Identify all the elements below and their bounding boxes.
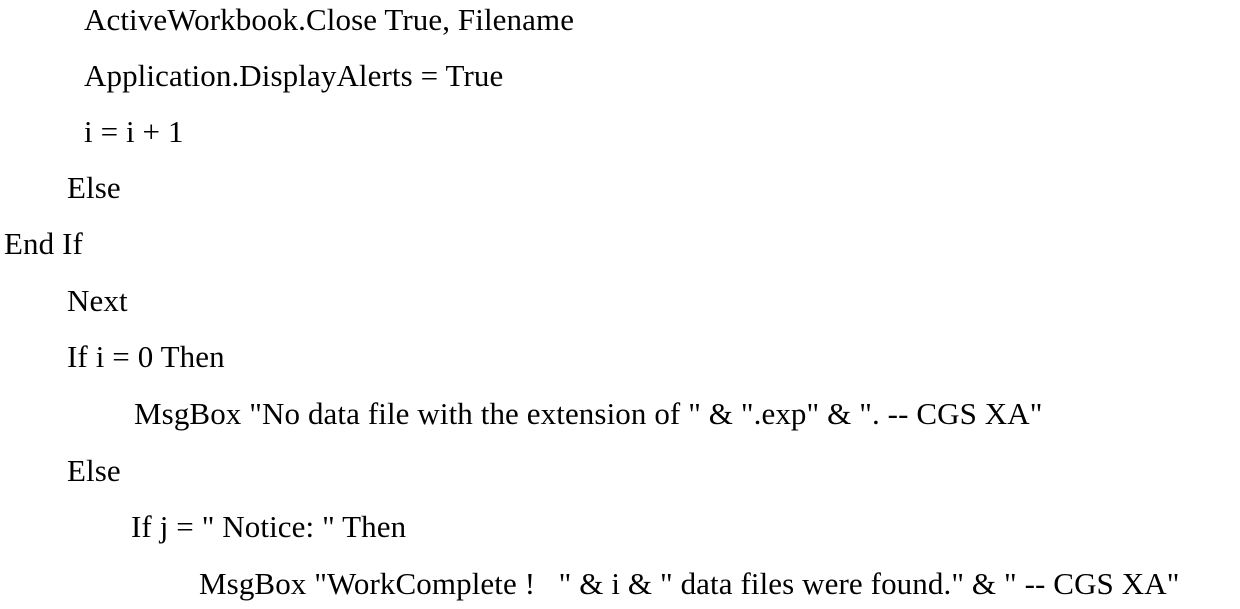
code-line: ActiveWorkbook.Close True, Filename bbox=[84, 2, 575, 37]
code-line: End If bbox=[4, 226, 83, 261]
code-listing: ActiveWorkbook.Close True, Filename Appl… bbox=[0, 0, 1240, 609]
code-line: MsgBox "No data file with the extension … bbox=[134, 396, 1043, 431]
code-line: If j = " Notice: " Then bbox=[131, 509, 407, 544]
code-line: Application.DisplayAlerts = True bbox=[84, 58, 504, 93]
code-line: MsgBox "WorkComplete ! " & i & " data fi… bbox=[199, 566, 1180, 601]
code-line: Else bbox=[67, 170, 121, 205]
code-line: i = i + 1 bbox=[84, 114, 184, 149]
code-line: Next bbox=[67, 283, 128, 318]
code-line: If i = 0 Then bbox=[67, 339, 225, 374]
code-line: Else bbox=[67, 453, 121, 488]
